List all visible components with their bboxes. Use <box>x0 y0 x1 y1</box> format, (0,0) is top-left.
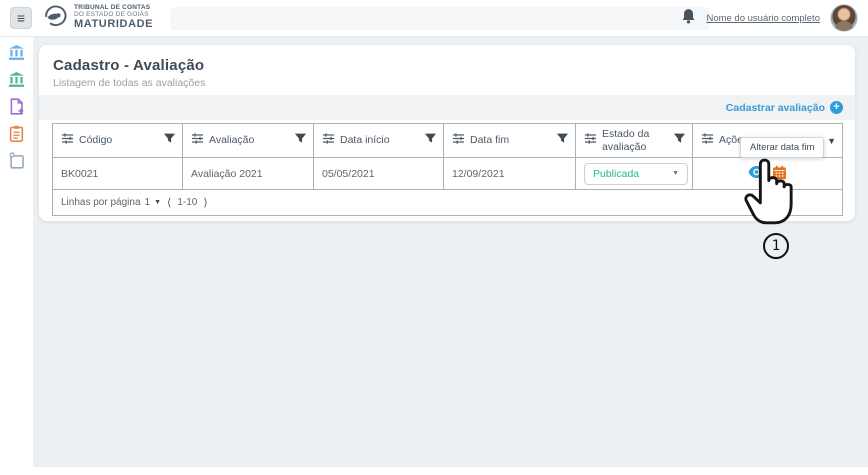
cell-data-fim: 12/09/2021 <box>444 158 576 190</box>
column-label: Data início <box>340 134 390 146</box>
filter-funnel-icon[interactable] <box>163 132 176 150</box>
filter-funnel-icon[interactable] <box>424 132 437 150</box>
hamburger-menu-icon[interactable]: ≡ <box>10 7 32 29</box>
previous-page-icon[interactable]: ⟨ <box>165 196 173 209</box>
filter-funnel-icon[interactable] <box>294 132 307 150</box>
app-root: ≡ TRIBUNAL DE CONTAS DO ESTADO DE GOIÁS … <box>0 0 868 475</box>
avaliacoes-table: Código <box>52 123 843 216</box>
column-settings-icon[interactable] <box>584 132 597 150</box>
cell-estado: Publicada ▼ <box>576 158 693 190</box>
column-label: Avaliação <box>209 134 254 146</box>
card-header: Cadastro - Avaliação Listagem de todas a… <box>39 45 855 89</box>
filter-funnel-icon[interactable] <box>556 132 569 150</box>
page-subtitle: Listagem de todas as avaliações <box>53 77 841 89</box>
column-settings-icon[interactable] <box>191 132 204 150</box>
page-title: Cadastro - Avaliação <box>53 57 841 74</box>
cell-data-inicio: 05/05/2021 <box>314 158 444 190</box>
left-sidebar <box>0 37 33 475</box>
main-content: Cadastro - Avaliação Listagem de todas a… <box>33 37 868 467</box>
column-label: Código <box>79 134 112 146</box>
logo-line-3: MATURIDADE <box>74 19 153 31</box>
table-container: Código <box>39 120 855 216</box>
cell-avaliacao: Avaliação 2021 <box>183 158 314 190</box>
cadastrar-avaliacao-label: Cadastrar avaliação <box>726 102 825 114</box>
column-header-data-fim: Data fim <box>444 124 576 158</box>
estado-dropdown[interactable]: Publicada ▼ <box>584 163 688 185</box>
table-row: BK0021 Avaliação 2021 05/05/2021 12/09/2… <box>53 158 843 190</box>
column-header-avaliacao: Avaliação <box>183 124 314 158</box>
cadastro-avaliacao-card: Cadastro - Avaliação Listagem de todas a… <box>39 45 855 221</box>
cadastrar-avaliacao-button[interactable]: Cadastrar avaliação + <box>726 101 843 114</box>
column-settings-icon[interactable] <box>322 132 335 150</box>
pagination-row: Linhas por página 1 ▼ ⟨ 1-10 ⟩ <box>53 190 843 216</box>
sidebar-item-clipboard-icon[interactable] <box>8 125 25 142</box>
sidebar-item-note-icon[interactable] <box>8 152 25 169</box>
hand-cursor-icon <box>741 152 799 237</box>
app-logo: TRIBUNAL DE CONTAS DO ESTADO DE GOIÁS MA… <box>42 4 153 33</box>
filter-funnel-icon[interactable] <box>673 132 686 150</box>
filter-caret-icon[interactable]: ▼ <box>827 136 836 146</box>
logo-text: TRIBUNAL DE CONTAS DO ESTADO DE GOIÁS MA… <box>74 5 153 30</box>
column-label: Estado da avaliação <box>602 128 660 152</box>
column-header-codigo: Código <box>53 124 183 158</box>
column-settings-icon[interactable] <box>701 132 714 150</box>
header-right-group: Nome do usuário completo <box>681 4 858 32</box>
column-settings-icon[interactable] <box>452 132 465 150</box>
column-header-data-inicio: Data início <box>314 124 444 158</box>
sidebar-item-bank-teal-icon[interactable] <box>8 71 25 88</box>
rows-per-page-value[interactable]: 1 <box>145 197 151 208</box>
cell-codigo: BK0021 <box>53 158 183 190</box>
next-page-icon[interactable]: ⟩ <box>201 196 209 209</box>
sidebar-item-document-add-icon[interactable] <box>8 98 25 115</box>
pagination-cell: Linhas por página 1 ▼ ⟨ 1-10 ⟩ <box>53 190 843 216</box>
card-toolbar: Cadastrar avaliação + <box>39 95 855 120</box>
rows-per-page-caret-icon[interactable]: ▼ <box>154 199 161 206</box>
top-header: ≡ TRIBUNAL DE CONTAS DO ESTADO DE GOIÁS … <box>0 0 868 37</box>
column-header-estado: Estado da avaliação <box>576 124 693 158</box>
column-label: Data fim <box>470 134 509 146</box>
column-settings-icon[interactable] <box>61 132 74 150</box>
page-range: 1-10 <box>177 197 197 208</box>
avatar[interactable] <box>830 4 858 32</box>
header-toolbar-placeholder <box>170 7 710 30</box>
estado-value: Publicada <box>593 168 639 180</box>
chevron-down-icon: ▼ <box>672 170 679 177</box>
eye-logo-icon <box>42 4 69 33</box>
step-annotation: 1 <box>763 233 789 259</box>
sidebar-item-bank-blue-icon[interactable] <box>8 44 25 61</box>
rows-per-page-label: Linhas por página <box>61 197 141 208</box>
user-name-link[interactable]: Nome do usuário completo <box>706 13 820 24</box>
table-header-row: Código <box>53 124 843 158</box>
plus-circle-icon: + <box>830 101 843 114</box>
bell-icon[interactable] <box>681 8 696 29</box>
